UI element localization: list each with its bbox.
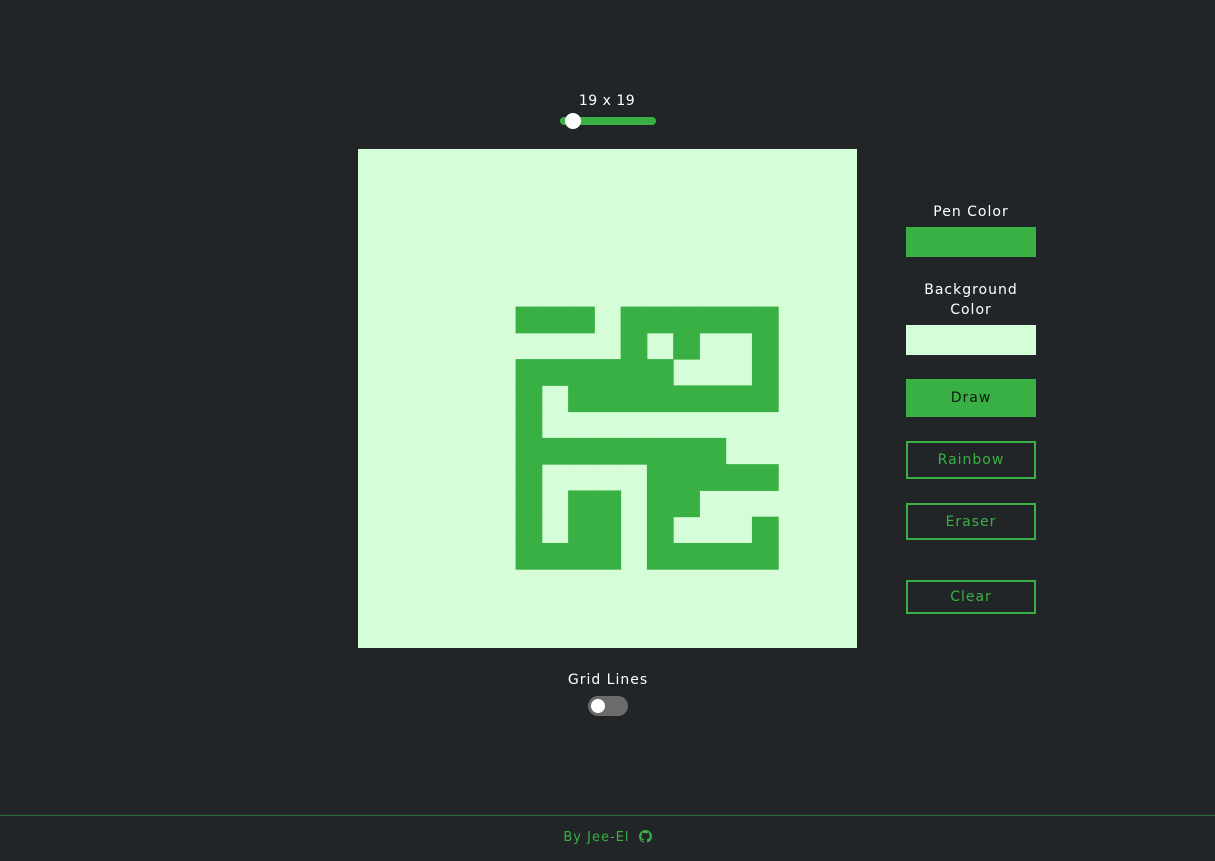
grid-cell[interactable] [515, 490, 543, 518]
grid-cell[interactable] [751, 359, 779, 386]
pen-color-label: Pen Color [933, 204, 1009, 220]
grid-cell[interactable] [620, 359, 648, 386]
grid-cell[interactable] [646, 464, 674, 491]
footer-credit[interactable]: By Jee-El [563, 830, 629, 845]
clear-button[interactable]: Clear [906, 580, 1036, 614]
grid-cell[interactable] [725, 464, 753, 491]
grid-cell[interactable] [646, 437, 674, 465]
grid-cell[interactable] [515, 516, 543, 544]
eraser-button[interactable]: Eraser [906, 503, 1036, 540]
grid-cell[interactable] [568, 306, 595, 334]
grid-cell[interactable] [673, 542, 700, 570]
grid-cell[interactable] [751, 332, 779, 360]
grid-cell[interactable] [725, 542, 753, 570]
grid-cell[interactable] [594, 359, 622, 386]
grid-cell[interactable] [673, 332, 700, 360]
grid-cell[interactable] [541, 306, 569, 334]
background-color-picker[interactable] [906, 325, 1036, 355]
grid-cell[interactable] [699, 464, 727, 491]
grid-cell[interactable] [751, 516, 779, 544]
grid-cell[interactable] [673, 306, 700, 334]
grid-cell[interactable] [751, 306, 779, 334]
drawing-canvas[interactable] [358, 149, 857, 648]
grid-cell[interactable] [699, 385, 727, 413]
grid-cell[interactable] [699, 306, 727, 334]
grid-lines-toggle-knob[interactable] [591, 699, 605, 713]
grid-cell[interactable] [646, 359, 674, 386]
grid-cell[interactable] [751, 464, 779, 491]
grid-cell[interactable] [568, 385, 595, 413]
github-icon[interactable] [638, 830, 652, 843]
grid-cell[interactable] [646, 542, 674, 570]
grid-cell[interactable] [568, 542, 595, 570]
pen-color-picker[interactable] [906, 227, 1036, 257]
grid-cell[interactable] [515, 464, 543, 491]
grid-cell[interactable] [620, 437, 648, 465]
grid-cell[interactable] [646, 490, 674, 518]
grid-cell[interactable] [515, 542, 543, 570]
grid-cell[interactable] [673, 437, 700, 465]
grid-size-label: 19 x 19 [578, 93, 636, 109]
grid-cell[interactable] [594, 542, 622, 570]
grid-cell[interactable] [673, 385, 700, 413]
rainbow-button[interactable]: Rainbow [906, 441, 1036, 479]
grid-size-slider-thumb[interactable] [565, 113, 581, 129]
background-color-label: Background Color [924, 282, 1018, 318]
draw-button[interactable]: Draw [906, 379, 1036, 417]
pixel-grid[interactable] [358, 149, 857, 648]
grid-cell[interactable] [594, 516, 622, 544]
grid-cell[interactable] [515, 306, 543, 334]
grid-cell[interactable] [673, 490, 700, 518]
grid-cell[interactable] [568, 437, 595, 465]
footer: By Jee-El [0, 830, 1215, 845]
grid-cell[interactable] [594, 385, 622, 413]
grid-cell[interactable] [699, 437, 727, 465]
grid-cell[interactable] [646, 385, 674, 413]
grid-cell[interactable] [620, 332, 648, 360]
grid-cell[interactable] [699, 542, 727, 570]
footer-divider [0, 815, 1215, 816]
grid-cell[interactable] [568, 490, 595, 518]
grid-cell[interactable] [620, 385, 648, 413]
grid-cell[interactable] [515, 359, 543, 386]
grid-cell[interactable] [541, 542, 569, 570]
grid-cell[interactable] [673, 464, 700, 491]
grid-cell[interactable] [725, 385, 753, 413]
grid-lines-label: Grid Lines [567, 672, 649, 688]
grid-lines-toggle[interactable] [588, 696, 628, 716]
grid-cell[interactable] [541, 359, 569, 386]
grid-cell[interactable] [751, 385, 779, 413]
grid-cell[interactable] [541, 437, 569, 465]
etch-a-sketch-app: 19 x 19 Pen Color Background Color Draw … [0, 0, 1215, 861]
grid-cell[interactable] [620, 306, 648, 334]
grid-cell[interactable] [594, 490, 622, 518]
grid-cell[interactable] [515, 385, 543, 413]
grid-cell[interactable] [594, 437, 622, 465]
grid-cell[interactable] [646, 516, 674, 544]
grid-cell[interactable] [515, 411, 543, 439]
grid-cell[interactable] [568, 516, 595, 544]
grid-cell[interactable] [568, 359, 595, 386]
grid-cell[interactable] [751, 542, 779, 570]
grid-cell[interactable] [646, 306, 674, 334]
grid-cell[interactable] [725, 306, 753, 334]
grid-cell[interactable] [515, 437, 543, 465]
